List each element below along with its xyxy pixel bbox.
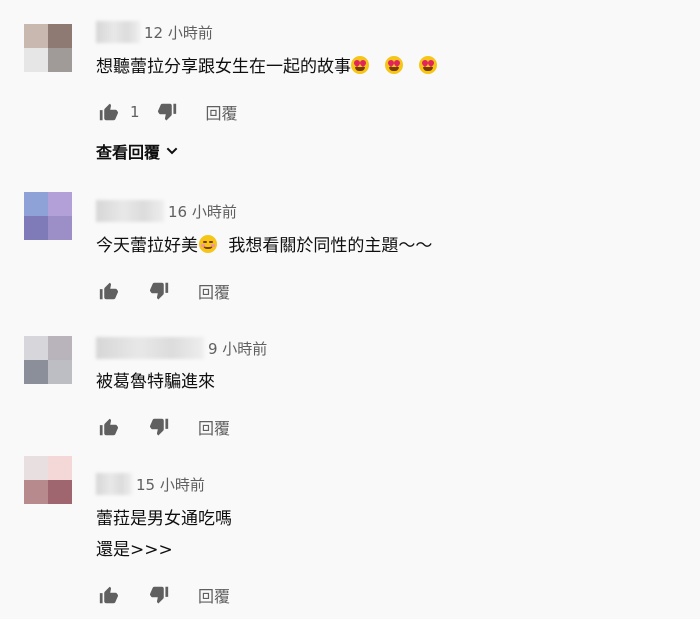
comment-text-line-1: 蕾菈是男女通吃嗎 bbox=[96, 509, 232, 529]
dislike-button[interactable] bbox=[146, 414, 172, 440]
heart-eyes-emoji-icon bbox=[385, 56, 403, 74]
thumb-up-icon bbox=[99, 586, 118, 604]
comment-timestamp[interactable]: 15 小時前 bbox=[136, 474, 205, 495]
reply-button[interactable]: 回覆 bbox=[206, 100, 238, 124]
author-name-redacted[interactable] bbox=[96, 200, 164, 222]
comment-timestamp[interactable]: 12 小時前 bbox=[144, 22, 213, 43]
comment-text: 想聽蕾拉分享跟女生在一起的故事 bbox=[96, 52, 443, 83]
chevron-down-icon bbox=[166, 147, 178, 155]
comment-text-line-2: 還是>>> bbox=[96, 540, 173, 560]
comment-text: 今天蕾拉好美 我想看關於同性的主題～～ bbox=[96, 235, 433, 256]
like-button[interactable] bbox=[96, 582, 122, 608]
dislike-button[interactable] bbox=[146, 278, 172, 304]
comment-timestamp[interactable]: 16 小時前 bbox=[168, 201, 237, 222]
view-replies-button[interactable]: 查看回覆 bbox=[96, 139, 180, 163]
author-name-redacted[interactable] bbox=[96, 21, 140, 43]
author-name-redacted[interactable] bbox=[96, 473, 132, 495]
reply-button[interactable]: 回覆 bbox=[198, 279, 230, 303]
comment-timestamp[interactable]: 9 小時前 bbox=[208, 338, 267, 359]
comment-text: 被葛魯特騙進來 bbox=[96, 372, 215, 392]
thumb-up-icon bbox=[99, 282, 118, 300]
view-replies-label: 查看回覆 bbox=[96, 143, 161, 162]
author-name-redacted[interactable] bbox=[96, 337, 204, 359]
reply-button[interactable]: 回覆 bbox=[198, 583, 230, 607]
comment-text: 蕾菈是男女通吃嗎 還是>>> bbox=[96, 504, 232, 566]
avatar[interactable] bbox=[24, 336, 96, 384]
like-button[interactable] bbox=[96, 99, 122, 125]
thumb-down-icon bbox=[150, 282, 169, 300]
thumb-up-icon bbox=[99, 103, 118, 121]
smiling-face-emoji-icon bbox=[199, 235, 217, 253]
like-button[interactable] bbox=[96, 278, 122, 304]
thumb-down-icon bbox=[157, 103, 176, 121]
dislike-button[interactable] bbox=[154, 99, 180, 125]
like-count: 1 bbox=[130, 103, 140, 121]
dislike-button[interactable] bbox=[146, 582, 172, 608]
heart-eyes-emoji-icon bbox=[419, 56, 437, 74]
heart-eyes-emoji-icon bbox=[351, 56, 369, 74]
reply-button[interactable]: 回覆 bbox=[198, 415, 230, 439]
like-button[interactable] bbox=[96, 414, 122, 440]
avatar[interactable] bbox=[24, 192, 96, 240]
thumb-up-icon bbox=[99, 418, 118, 436]
thumb-down-icon bbox=[150, 418, 169, 436]
thumb-down-icon bbox=[150, 586, 169, 604]
avatar[interactable] bbox=[24, 24, 96, 72]
avatar[interactable] bbox=[24, 456, 96, 504]
